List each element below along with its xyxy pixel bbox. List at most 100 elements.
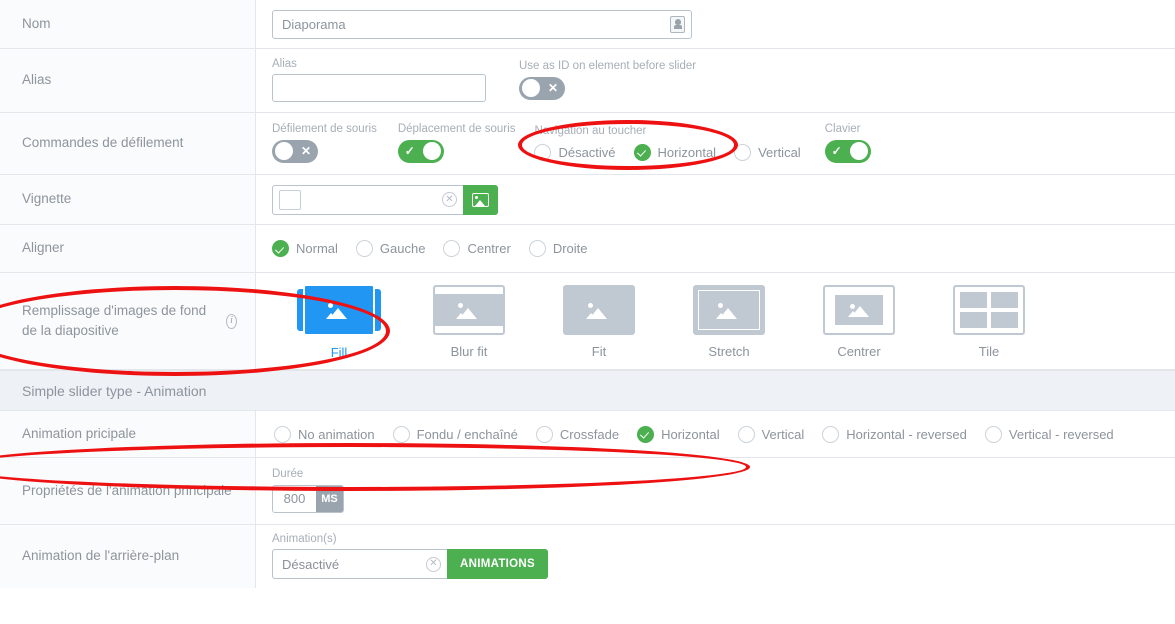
fill-front-layer xyxy=(303,284,375,336)
touch-nav-caption: Navigation au toucher xyxy=(534,125,647,138)
main-animation-option-fade-label: Fondu / enchaîné xyxy=(416,426,518,442)
touch-nav-option-vertical[interactable]: Vertical xyxy=(734,143,801,161)
background-animation-input[interactable]: Désactivé ✕ xyxy=(272,549,447,580)
bg-fill-options: Fill Blur fit Fit Stretch Centrer Tile xyxy=(274,284,1054,360)
radio-dot xyxy=(355,240,373,257)
info-icon[interactable]: i xyxy=(225,313,237,329)
toggle-on-icon: ✓ xyxy=(404,144,415,159)
bg-fill-option-stretch[interactable]: Stretch xyxy=(664,284,794,359)
bg-fill-option-fit-label: Fit xyxy=(591,344,607,359)
main-animation-option-horizontal-reversed-label: Horizontal - reversed xyxy=(846,426,967,442)
row-scroll-controls: Commandes de défilement Défilement de so… xyxy=(0,113,1175,175)
touch-nav-radio-set: Désactivé Horizontal Vertical xyxy=(534,143,818,161)
main-animation-option-vertical[interactable]: Vertical xyxy=(737,425,805,443)
mouse-drag-toggle[interactable]: ✓ xyxy=(397,139,444,163)
align-option-normal[interactable]: Normal xyxy=(272,240,338,257)
name-input[interactable]: Diaporama xyxy=(272,9,692,39)
slider-settings-panel: Nom Diaporama Alias Alias Use as ID on e… xyxy=(0,0,1175,624)
row-animation-properties-content: Durée 800 MS xyxy=(256,458,1175,524)
alias-input[interactable] xyxy=(272,74,486,103)
main-animation-option-vertical-label: Vertical xyxy=(761,426,805,442)
row-animation-properties-label: Propriétés de l'animation principale xyxy=(0,458,256,524)
bg-fill-option-center-label: Centrer xyxy=(837,344,881,359)
id-card-icon[interactable] xyxy=(670,15,685,33)
bg-fill-option-tile[interactable]: Tile xyxy=(924,284,1054,359)
row-main-animation-content: No animation Fondu / enchaîné Crossfade … xyxy=(256,411,1175,457)
main-animation-option-horizontal-reversed[interactable]: Horizontal - reversed xyxy=(822,425,967,443)
row-bg-fill-label-text: Remplissage d'images de fond de la diapo… xyxy=(22,302,207,338)
picture-icon xyxy=(716,301,742,320)
mouse-scroll-caption: Défilement de souris xyxy=(272,123,377,136)
bg-fill-option-blur-fit-label: Blur fit xyxy=(450,344,488,359)
row-thumbnail-label: Vignette xyxy=(0,175,256,224)
row-align-content: Normal Gauche Centrer Droite xyxy=(256,225,1175,272)
radio-dot xyxy=(535,425,553,443)
toggle-off-icon: ✕ xyxy=(547,81,559,96)
row-name: Nom Diaporama xyxy=(0,0,1175,49)
use-as-id-toggle[interactable]: ✕ xyxy=(519,76,565,100)
alias-toggle-group: Use as ID on element before slider ✕ xyxy=(519,61,696,100)
row-main-animation: Animation pricipale No animation Fondu /… xyxy=(0,411,1175,458)
row-bg-fill-content: Fill Blur fit Fit Stretch Centrer Tile xyxy=(256,273,1175,369)
main-animation-option-crossfade-label: Crossfade xyxy=(559,426,620,442)
main-animation-option-horizontal[interactable]: Horizontal xyxy=(637,425,720,443)
picture-icon xyxy=(326,301,352,320)
touch-nav-option-disabled[interactable]: Désactivé xyxy=(534,143,616,161)
tile-thumbnail-icon xyxy=(953,285,1025,335)
align-option-left[interactable]: Gauche xyxy=(355,240,426,257)
touch-nav-option-horizontal[interactable]: Horizontal xyxy=(633,143,717,161)
toggle-off-icon: ✕ xyxy=(300,144,312,159)
touch-nav-option-horizontal-label: Horizontal xyxy=(657,144,717,160)
main-animation-option-vertical-reversed[interactable]: Vertical - reversed xyxy=(984,425,1114,443)
align-option-normal-label: Normal xyxy=(296,241,338,256)
name-input-value: Diaporama xyxy=(282,16,346,32)
animations-button[interactable]: ANIMATIONS xyxy=(447,549,548,580)
background-animation-picker: Désactivé ✕ ANIMATIONS xyxy=(272,549,548,580)
touch-nav-option-disabled-label: Désactivé xyxy=(558,144,616,160)
main-animation-option-crossfade[interactable]: Crossfade xyxy=(535,425,620,443)
thumbnail-browse-button[interactable] xyxy=(463,184,498,215)
radio-dot xyxy=(734,143,752,161)
align-option-center-label: Centrer xyxy=(467,241,511,256)
mouse-scroll-toggle[interactable]: ✕ xyxy=(272,139,318,163)
main-animation-option-none[interactable]: No animation xyxy=(274,425,375,443)
duration-value[interactable]: 800 xyxy=(273,485,316,512)
duration-unit: MS xyxy=(316,485,343,512)
row-bg-fill: Remplissage d'images de fond de la diapo… xyxy=(0,273,1175,370)
bg-fill-option-blur-fit[interactable]: Blur fit xyxy=(404,284,534,359)
radio-dot xyxy=(737,425,755,443)
bg-fill-option-fill[interactable]: Fill xyxy=(274,284,404,360)
keyboard-caption: Clavier xyxy=(824,123,861,136)
main-animation-option-fade[interactable]: Fondu / enchaîné xyxy=(392,425,518,443)
bg-fill-option-stretch-label: Stretch xyxy=(708,344,750,359)
row-alias-content: Alias Use as ID on element before slider… xyxy=(256,49,1175,112)
clear-circle-icon[interactable]: ✕ xyxy=(426,556,441,572)
section-header-animation: Simple slider type - Animation xyxy=(0,370,1175,411)
radio-dot xyxy=(392,425,410,443)
align-option-left-label: Gauche xyxy=(379,241,426,256)
row-align: Aligner Normal Gauche Centrer Droite xyxy=(0,225,1175,273)
bg-fill-option-fill-label: Fill xyxy=(330,345,348,360)
background-animation-value: Désactivé xyxy=(282,556,340,572)
align-option-right[interactable]: Droite xyxy=(528,240,588,257)
clear-circle-icon[interactable]: ✕ xyxy=(442,192,457,207)
row-alias-label: Alias xyxy=(0,49,256,112)
section-header-title: Simple slider type - Animation xyxy=(22,382,207,399)
row-name-label: Nom xyxy=(0,0,256,48)
keyboard-toggle[interactable]: ✓ xyxy=(824,139,871,163)
fill-thumbnail-icon xyxy=(295,284,383,336)
bg-fill-option-center[interactable]: Centrer xyxy=(794,284,924,359)
main-animation-option-none-label: No animation xyxy=(298,426,375,442)
duration-field[interactable]: 800 MS xyxy=(272,484,344,513)
touch-nav-group: Navigation au toucher Désactivé Horizont… xyxy=(534,126,818,161)
align-option-center[interactable]: Centrer xyxy=(443,240,511,257)
picture-icon xyxy=(472,192,489,207)
row-background-animation-content: Animation(s) Désactivé ✕ ANIMATIONS xyxy=(256,525,1175,588)
thumbnail-picker: ✕ xyxy=(272,184,498,215)
toggle-knob xyxy=(521,79,540,98)
bg-fill-option-fit[interactable]: Fit xyxy=(534,284,664,359)
radio-dot-checked xyxy=(272,240,289,257)
radio-dot xyxy=(822,425,840,443)
radio-dot-checked xyxy=(637,425,655,443)
thumbnail-input[interactable]: ✕ xyxy=(272,184,463,215)
